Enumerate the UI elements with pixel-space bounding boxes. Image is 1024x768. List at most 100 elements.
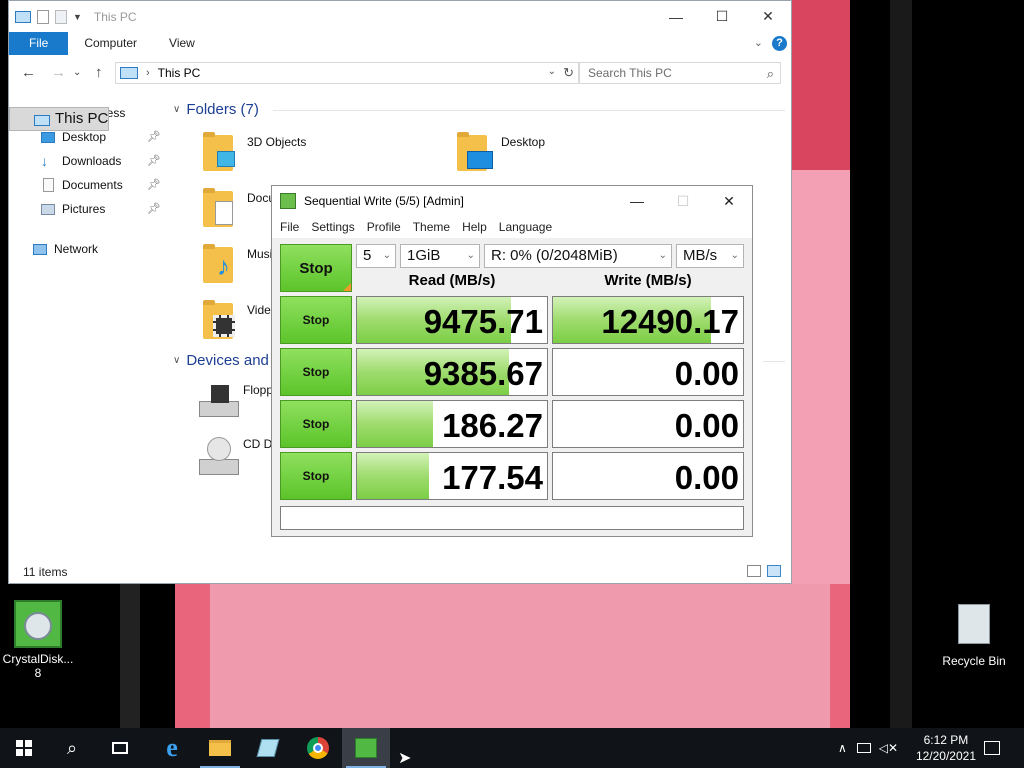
show-hidden-icons-icon[interactable]: ∧ bbox=[838, 741, 847, 755]
windows-logo-icon bbox=[16, 740, 32, 756]
network-icon bbox=[33, 244, 47, 255]
chrome-icon bbox=[307, 737, 329, 759]
search-button[interactable]: ⌕ bbox=[48, 728, 96, 768]
read-column-header: Read (MB/s) bbox=[408, 272, 496, 289]
stop-all-button[interactable]: Stop bbox=[280, 244, 352, 292]
desktop-icon-crystaldiskmark[interactable]: CrystalDisk... 8 bbox=[0, 600, 76, 680]
nav-label: Pictures bbox=[62, 202, 106, 216]
folders-group-header[interactable]: ∨ Folders (7) bbox=[173, 101, 259, 118]
refresh-icon[interactable]: ↻ bbox=[563, 65, 574, 81]
clock[interactable]: 6:12 PM 12/20/2021 bbox=[916, 732, 976, 764]
stop-button-row-4[interactable]: Stop bbox=[280, 452, 352, 500]
properties-icon[interactable] bbox=[37, 9, 49, 24]
collapse-icon: ∨ bbox=[173, 355, 181, 366]
cdm-menu-bar: File Settings Profile Theme Help Languag… bbox=[272, 216, 752, 238]
cube-icon bbox=[217, 151, 235, 167]
action-center-button[interactable] bbox=[968, 728, 1016, 768]
search-input[interactable]: Search This PC ⌕ bbox=[579, 62, 781, 84]
taskbar-chrome[interactable] bbox=[294, 728, 342, 768]
nav-label: Downloads bbox=[62, 154, 122, 168]
nav-item-downloads[interactable]: ↓ Downloads 📌︎ bbox=[9, 149, 165, 173]
new-folder-icon[interactable] bbox=[55, 9, 67, 24]
folder-documents[interactable]: Docur bbox=[201, 187, 279, 235]
forward-icon[interactable]: → bbox=[51, 64, 66, 81]
up-icon[interactable]: ↑ bbox=[95, 64, 103, 81]
floppy-icon bbox=[211, 385, 229, 403]
indicator-corner bbox=[343, 283, 351, 291]
unit-select[interactable]: MB/s ⌄ bbox=[676, 244, 744, 268]
minimize-button[interactable]: — bbox=[653, 1, 699, 32]
pin-icon[interactable]: 📌︎ bbox=[147, 125, 161, 149]
tab-computer[interactable]: Computer bbox=[68, 32, 153, 55]
nav-item-network[interactable]: Network bbox=[9, 237, 165, 261]
expand-ribbon-icon[interactable]: ⌄ bbox=[754, 36, 763, 49]
taskbar-file-explorer[interactable] bbox=[196, 728, 244, 768]
navigation-bar: ← → ⌄ ↑ › This PC ⌄ ↻ Search This PC ⌕ bbox=[9, 59, 791, 87]
menu-help[interactable]: Help bbox=[456, 220, 493, 234]
devices-group-header[interactable]: ∨ Devices and bbox=[173, 352, 269, 369]
menu-file[interactable]: File bbox=[274, 220, 305, 234]
menu-profile[interactable]: Profile bbox=[361, 220, 407, 234]
back-icon[interactable]: ← bbox=[21, 64, 36, 81]
recent-locations-icon[interactable]: ⌄ bbox=[73, 67, 81, 78]
ribbon: File Computer View ⌄ ? bbox=[9, 32, 791, 55]
volume-muted-icon[interactable]: ◁✕ bbox=[879, 741, 898, 755]
test-size-select[interactable]: 1GiB ⌄ bbox=[400, 244, 480, 268]
navigation-pane: ★ Quick access Desktop 📌︎ ↓ Downloads 📌︎… bbox=[9, 101, 165, 261]
device-floppy[interactable]: Floppy bbox=[197, 383, 279, 431]
read-result-row-3: 186.27 bbox=[356, 400, 548, 448]
document-icon bbox=[215, 201, 233, 225]
group-title: Devices and bbox=[186, 352, 269, 369]
task-view-button[interactable] bbox=[96, 728, 144, 768]
result-value: 0.00 bbox=[674, 407, 739, 444]
breadcrumb-this-pc[interactable]: This PC bbox=[158, 66, 201, 80]
maximize-button[interactable]: ☐ bbox=[660, 186, 706, 216]
nav-item-documents[interactable]: Documents 📌︎ bbox=[9, 173, 165, 197]
details-view-icon[interactable] bbox=[747, 565, 761, 577]
taskbar-internet-explorer[interactable]: e bbox=[148, 728, 196, 768]
stop-button-row-1[interactable]: Stop bbox=[280, 296, 352, 344]
menu-language[interactable]: Language bbox=[493, 220, 558, 234]
drive-select[interactable]: R: 0% (0/2048MiB) ⌄ bbox=[484, 244, 672, 268]
taskbar-crystaldiskmark[interactable] bbox=[342, 728, 390, 768]
window-title: This PC bbox=[93, 9, 137, 24]
pin-icon[interactable]: 📌︎ bbox=[147, 149, 161, 173]
folder-music[interactable]: ♪ Music bbox=[201, 243, 278, 291]
close-button[interactable]: ✕ bbox=[745, 1, 791, 32]
nav-item-this-pc[interactable]: This PC bbox=[9, 107, 110, 131]
nav-label: This PC bbox=[55, 110, 109, 127]
address-bar[interactable]: › This PC ⌄ ↻ bbox=[115, 62, 579, 84]
select-value: MB/s bbox=[683, 247, 718, 264]
nav-item-pictures[interactable]: Pictures 📌︎ bbox=[9, 197, 165, 221]
read-result-row-2: 9385.67 bbox=[356, 348, 548, 396]
start-button[interactable] bbox=[0, 728, 48, 768]
pin-icon[interactable]: 📌︎ bbox=[147, 197, 161, 221]
tab-file[interactable]: File bbox=[9, 32, 69, 55]
network-icon[interactable] bbox=[856, 743, 871, 753]
address-dropdown-icon[interactable]: ⌄ bbox=[548, 66, 556, 77]
large-icons-view-icon[interactable] bbox=[767, 565, 781, 577]
collapse-icon: ∨ bbox=[173, 104, 181, 115]
maximize-button[interactable]: ☐ bbox=[699, 1, 745, 32]
quick-access-toolbar: ▼ bbox=[9, 9, 82, 24]
folder-name: 3D Objects bbox=[247, 135, 307, 149]
folder-desktop[interactable]: Desktop bbox=[455, 131, 545, 179]
stop-button-row-2[interactable]: Stop bbox=[280, 348, 352, 396]
tab-view[interactable]: View bbox=[153, 32, 211, 55]
desktop-icon-recycle-bin[interactable]: Recycle Bin bbox=[936, 600, 1012, 668]
group-divider bbox=[763, 361, 785, 362]
pin-icon[interactable]: 📌︎ bbox=[147, 173, 161, 197]
write-result-row-3: 0.00 bbox=[552, 400, 744, 448]
help-icon[interactable]: ? bbox=[772, 36, 787, 51]
customize-qat-icon[interactable]: ▼ bbox=[73, 12, 82, 22]
taskbar-notepad[interactable] bbox=[244, 728, 292, 768]
menu-settings[interactable]: Settings bbox=[305, 220, 360, 234]
device-cd-drive[interactable]: CD Dri bbox=[197, 437, 279, 485]
folder-3d-objects[interactable]: 3D Objects bbox=[201, 131, 306, 179]
minimize-button[interactable]: — bbox=[614, 186, 660, 216]
stop-button-row-3[interactable]: Stop bbox=[280, 400, 352, 448]
menu-theme[interactable]: Theme bbox=[407, 220, 456, 234]
test-count-select[interactable]: 5 ⌄ bbox=[356, 244, 396, 268]
close-button[interactable]: ✕ bbox=[706, 186, 752, 216]
comment-field[interactable] bbox=[280, 506, 744, 530]
